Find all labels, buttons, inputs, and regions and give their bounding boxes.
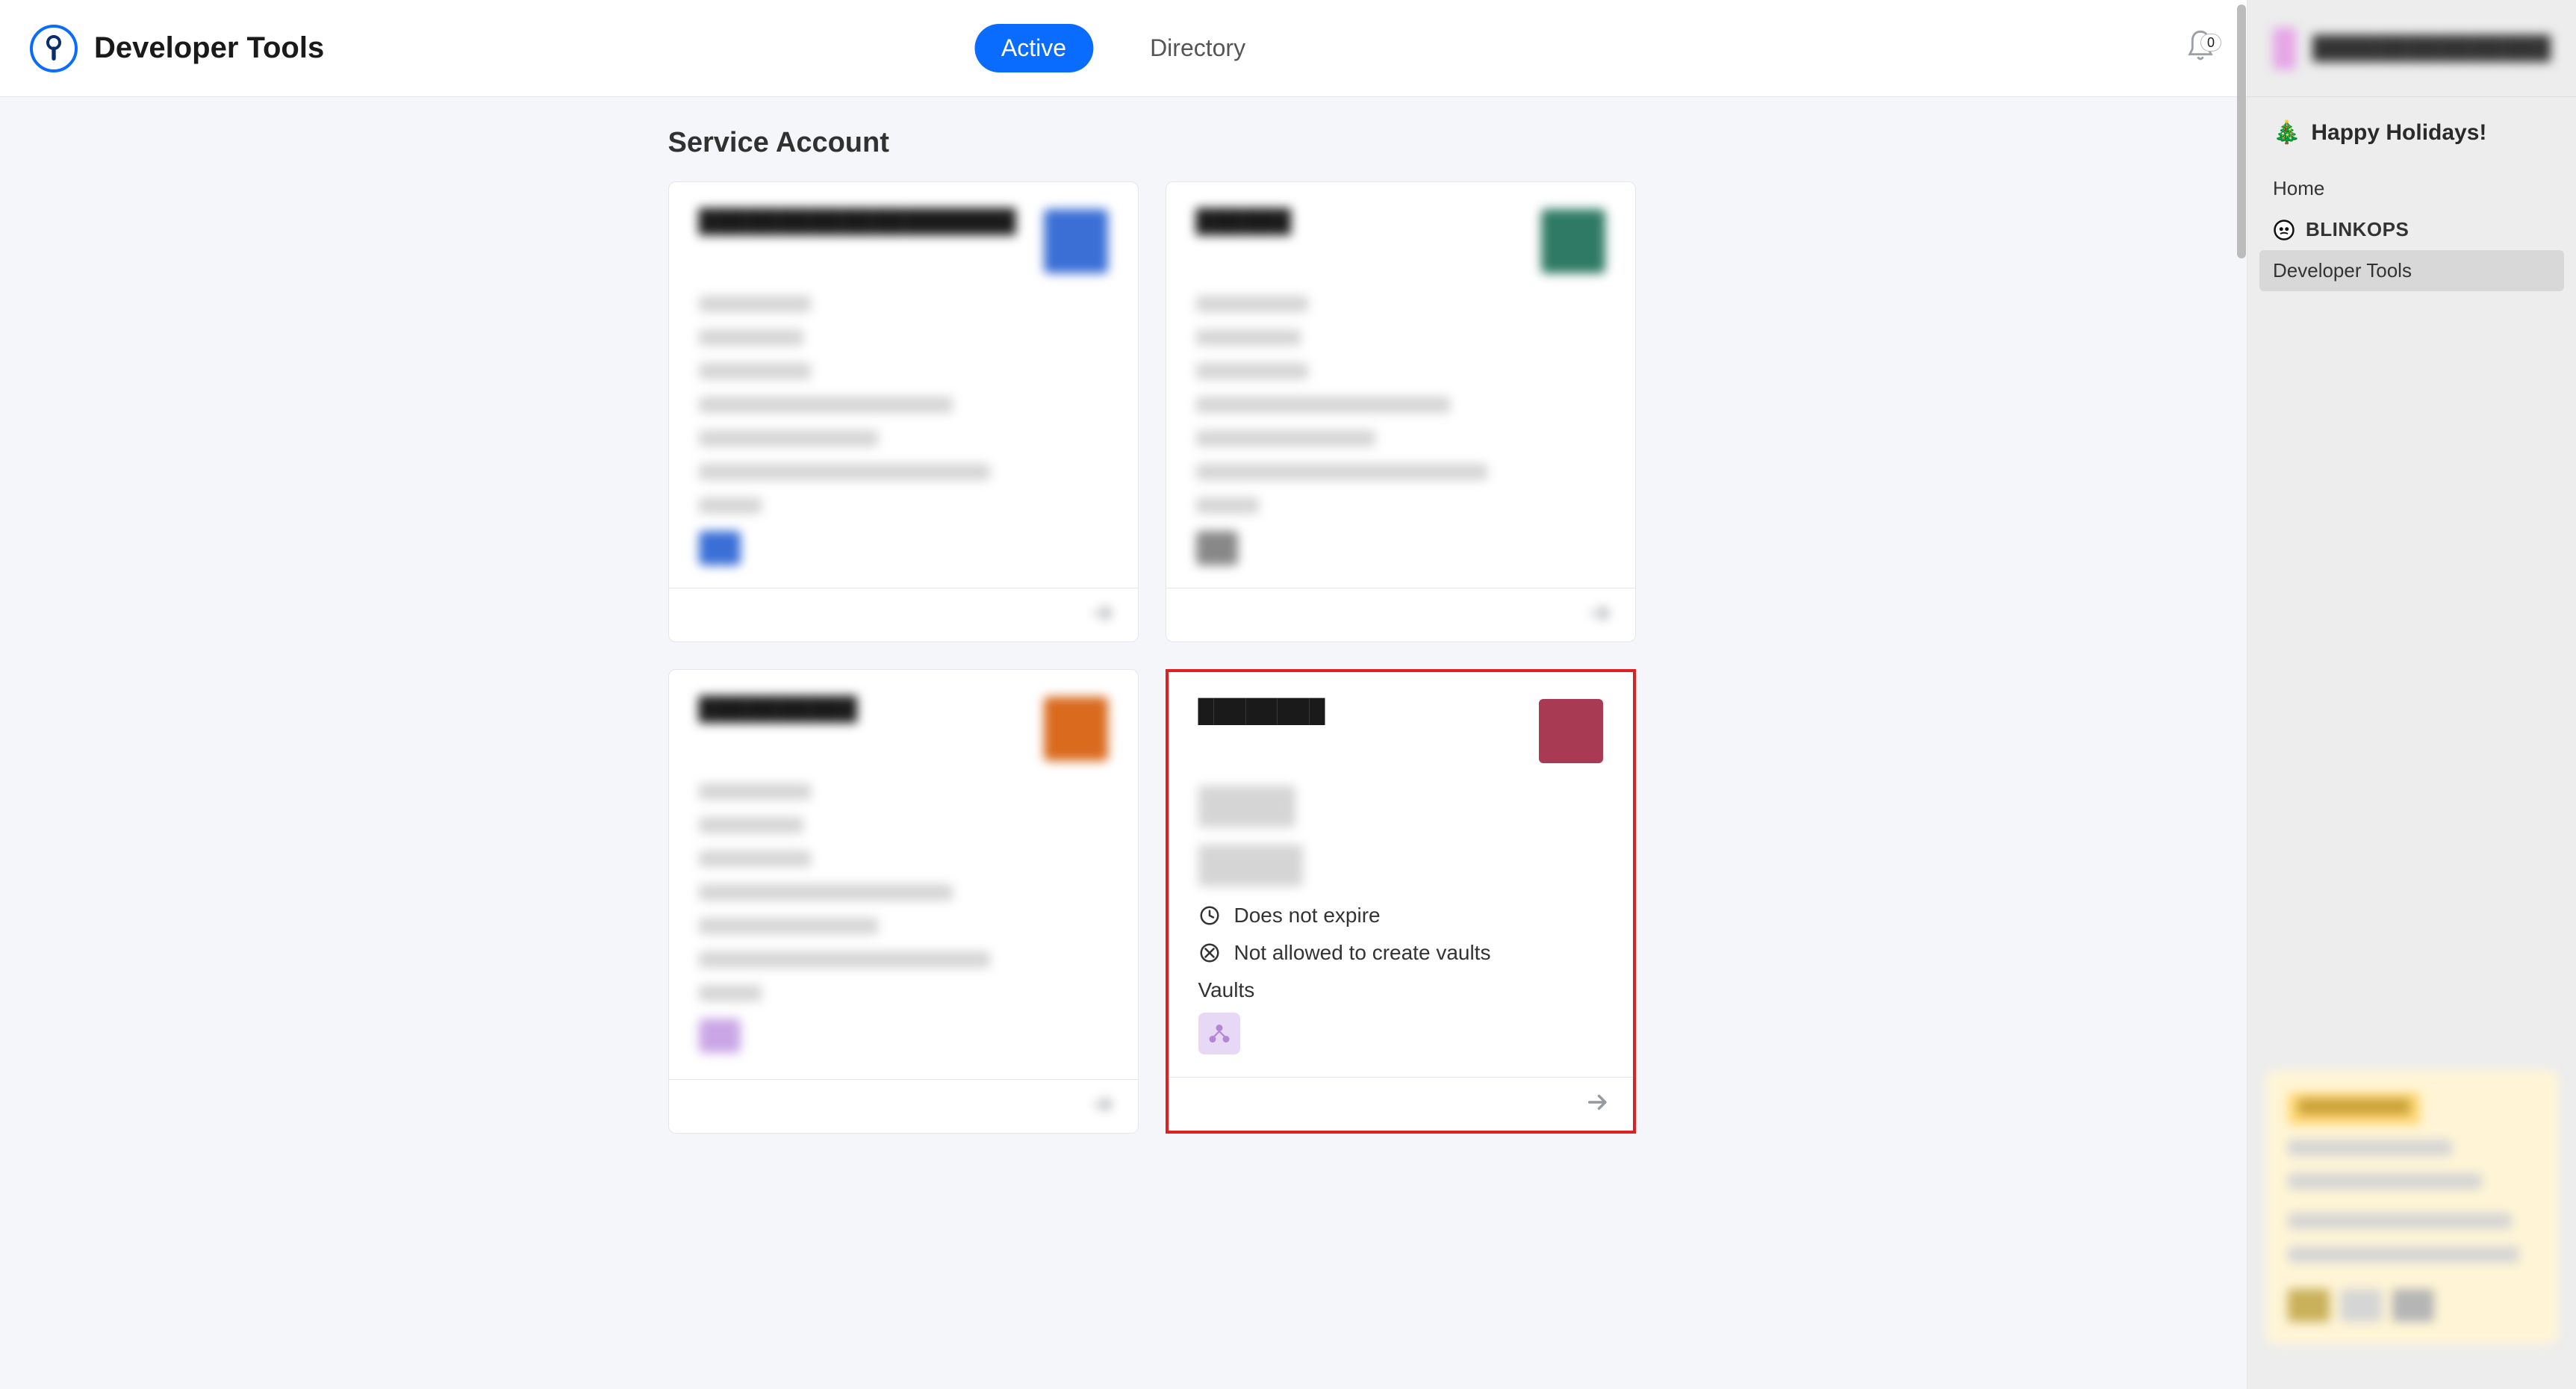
tree-icon: 🎄 bbox=[2273, 119, 2300, 146]
card-footer bbox=[669, 588, 1138, 641]
page-title: Developer Tools bbox=[94, 31, 324, 65]
scrollbar[interactable] bbox=[2236, 0, 2247, 1389]
tab-group: Active Directory bbox=[974, 24, 1272, 72]
card-avatar bbox=[1044, 697, 1108, 761]
open-card-button[interactable] bbox=[1587, 600, 1613, 630]
card-title: ██████ bbox=[1196, 209, 1292, 234]
nav-home[interactable]: Home bbox=[2247, 168, 2576, 209]
top-bar: Developer Tools Active Directory 0 bbox=[0, 0, 2247, 97]
arrow-right-icon bbox=[1090, 1092, 1116, 1117]
vault-permission-label: Not allowed to create vaults bbox=[1234, 941, 1491, 965]
card-title: ██████████ bbox=[699, 697, 858, 722]
tab-directory[interactable]: Directory bbox=[1123, 24, 1272, 72]
service-account-card[interactable]: ████████ Does not expire Not allowed to cr… bbox=[1166, 669, 1636, 1134]
user-name: ███████████████ bbox=[2312, 36, 2551, 61]
expire-label: Does not expire bbox=[1234, 904, 1381, 927]
nav-dev-tools-label: Developer Tools bbox=[2273, 259, 2412, 282]
cards-grid: ████████████████████████████████████████… bbox=[385, 181, 1863, 1134]
nav-developer-tools[interactable]: Developer Tools bbox=[2259, 250, 2564, 291]
vault-icon bbox=[699, 1019, 741, 1053]
vault-icon[interactable] bbox=[1198, 1013, 1240, 1054]
promo-tag bbox=[2288, 1093, 2421, 1125]
open-card-button[interactable] bbox=[1090, 1092, 1116, 1121]
arrow-right-icon bbox=[1585, 1090, 1611, 1115]
expire-info: Does not expire bbox=[1198, 904, 1603, 927]
nav-org-label: BLINKOPS bbox=[2306, 218, 2409, 241]
brand: Developer Tools bbox=[30, 25, 324, 72]
tab-active[interactable]: Active bbox=[974, 24, 1093, 72]
nav-org[interactable]: BLINKOPS bbox=[2247, 209, 2576, 250]
holidays-text: Happy Holidays! bbox=[2311, 120, 2486, 146]
card-footer bbox=[1169, 1077, 1633, 1131]
holidays-banner: 🎄 Happy Holidays! bbox=[2247, 119, 2576, 168]
user-avatar bbox=[2273, 28, 2296, 69]
service-account-card[interactable]: ████████████████████ bbox=[668, 181, 1139, 642]
open-card-button[interactable] bbox=[1090, 600, 1116, 630]
notifications-count: 0 bbox=[2200, 34, 2221, 52]
card-footer bbox=[1166, 588, 1635, 641]
org-icon bbox=[2273, 219, 2295, 241]
open-card-button[interactable] bbox=[1585, 1090, 1611, 1119]
clock-icon bbox=[1198, 904, 1221, 927]
promo-card[interactable] bbox=[2265, 1070, 2558, 1344]
nav-home-label: Home bbox=[2273, 177, 2324, 200]
blocked-icon bbox=[1198, 942, 1221, 964]
app-logo-icon bbox=[30, 25, 78, 72]
card-title: ████████ bbox=[1198, 699, 1325, 724]
section-title: Service Account bbox=[385, 127, 1863, 159]
card-avatar bbox=[1539, 699, 1603, 763]
service-account-card[interactable]: ██████████ bbox=[668, 669, 1139, 1134]
card-footer bbox=[669, 1079, 1138, 1133]
card-avatar bbox=[1541, 209, 1605, 273]
arrow-right-icon bbox=[1090, 600, 1116, 626]
service-account-card[interactable]: ██████ bbox=[1166, 181, 1636, 642]
notifications-button[interactable]: 0 bbox=[2184, 28, 2217, 69]
sidebar-header[interactable]: ███████████████ bbox=[2247, 0, 2576, 97]
content-area: Service Account ████████████████████████… bbox=[0, 97, 2247, 1389]
card-title: ████████████████████ bbox=[699, 209, 1016, 234]
vault-icon bbox=[699, 531, 741, 565]
vault-icon bbox=[1196, 531, 1238, 565]
card-avatar bbox=[1044, 209, 1108, 273]
arrow-right-icon bbox=[1587, 600, 1613, 626]
vault-permission-info: Not allowed to create vaults bbox=[1198, 941, 1603, 965]
sidebar: ███████████████ 🎄 Happy Holidays! Home B… bbox=[2247, 0, 2576, 1389]
vaults-label: Vaults bbox=[1198, 978, 1603, 1002]
